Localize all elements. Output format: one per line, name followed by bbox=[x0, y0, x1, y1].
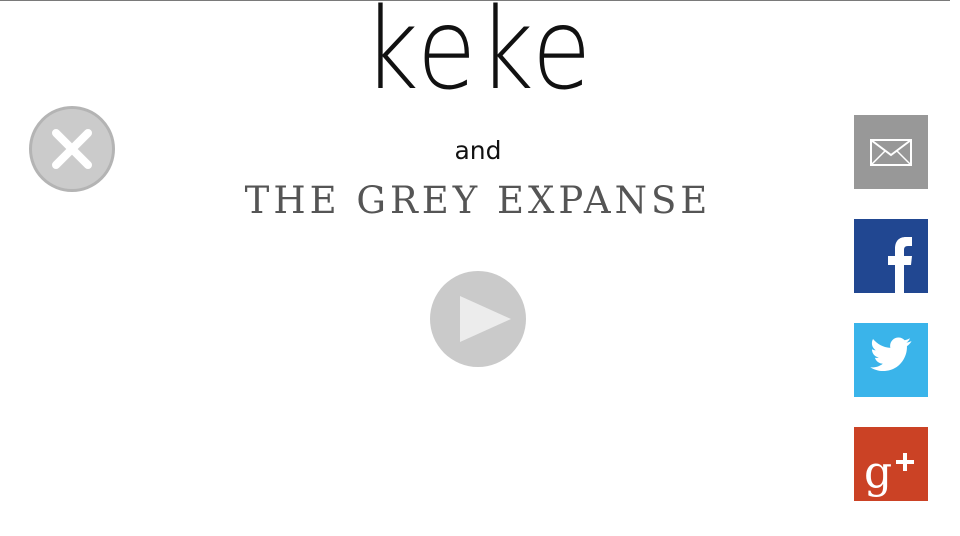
svg-text:g: g bbox=[864, 447, 892, 498]
share-twitter-button[interactable] bbox=[854, 323, 928, 397]
close-icon bbox=[52, 129, 92, 169]
title-connector: and bbox=[454, 136, 502, 165]
facebook-icon bbox=[888, 237, 912, 293]
share-google-plus-button[interactable]: g bbox=[854, 427, 928, 501]
close-button[interactable] bbox=[29, 106, 115, 192]
game-title: keke bbox=[362, 0, 594, 115]
share-facebook-button[interactable] bbox=[854, 219, 928, 293]
google-plus-icon: g bbox=[864, 447, 914, 498]
play-button[interactable] bbox=[430, 271, 526, 367]
share-email-button[interactable] bbox=[854, 115, 928, 189]
twitter-bird-icon bbox=[870, 337, 912, 372]
play-icon bbox=[460, 296, 511, 342]
game-subtitle: THE GREY EXPANSE bbox=[244, 179, 712, 222]
envelope-icon bbox=[870, 139, 912, 166]
